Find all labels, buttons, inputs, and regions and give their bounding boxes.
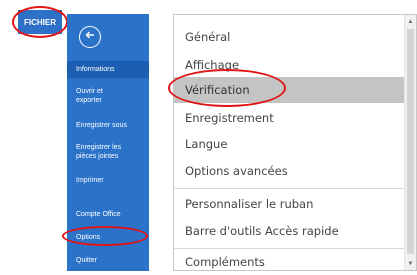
back-arrow-icon <box>84 28 96 46</box>
back-button[interactable] <box>79 26 101 48</box>
verification-highlight-ring <box>168 69 286 107</box>
sidebar-item-enregistrer-pieces-jointes[interactable]: Enregistrer les pièces jointes <box>67 143 137 161</box>
sidebar-item-quitter[interactable]: Quitter <box>67 256 149 265</box>
sidebar-item-informations[interactable]: Informations <box>67 61 149 78</box>
file-tab-highlight-ring <box>12 6 68 38</box>
scroll-up-icon[interactable]: ▲ <box>405 16 416 27</box>
option-barre-outils-acces-rapide[interactable]: Barre d'outils Accès rapide <box>174 218 406 244</box>
separator <box>174 188 406 189</box>
sidebar-item-imprimer[interactable]: Imprimer <box>67 176 149 185</box>
vertical-scrollbar[interactable]: ▲ ▼ <box>404 15 416 270</box>
option-langue[interactable]: Langue <box>174 131 406 157</box>
options-category-panel: Général Affichage Vérification Enregistr… <box>173 14 417 271</box>
option-enregistrement[interactable]: Enregistrement <box>174 105 406 131</box>
option-options-avancees[interactable]: Options avancées <box>174 158 406 184</box>
option-complements[interactable]: Compléments <box>174 249 406 275</box>
sidebar-item-compte-office[interactable]: Compte Office <box>67 210 149 219</box>
sidebar-item-ouvrir-exporter[interactable]: Ouvrir et exporter <box>67 87 127 105</box>
sidebar-item-enregistrer-sous[interactable]: Enregistrer sous <box>67 121 149 130</box>
option-personnaliser-ruban[interactable]: Personnaliser le ruban <box>174 191 406 217</box>
scrollbar-thumb[interactable] <box>407 29 414 254</box>
scroll-down-icon[interactable]: ▼ <box>405 258 416 269</box>
option-general[interactable]: Général <box>174 24 406 50</box>
options-highlight-ring <box>62 226 148 246</box>
